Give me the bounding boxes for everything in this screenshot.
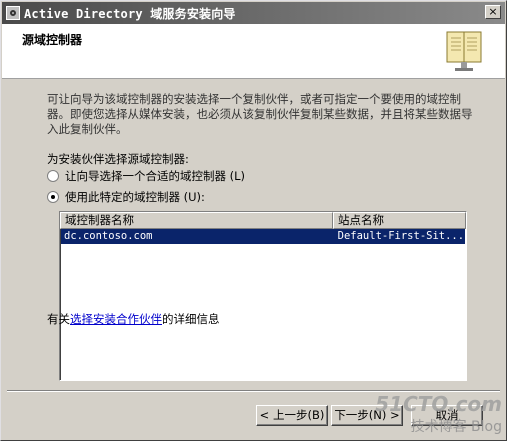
more-info-prefix: 有关 [47, 312, 70, 326]
cell-site-name: Default-First-Sit... [337, 230, 465, 242]
back-button[interactable]: < 上一步(B) [256, 405, 328, 426]
radio-specific-dc-label: 使用此特定的域控制器 (U): [65, 190, 205, 204]
window-title: Active Directory 域服务安装向导 [24, 6, 236, 21]
dc-list[interactable]: 域控制器名称 站点名称 dc.contoso.com Default-First… [59, 211, 467, 381]
watermark-main: 51CTO.com [375, 392, 502, 416]
table-row[interactable]: dc.contoso.com Default-First-Sit... [61, 229, 465, 244]
wizard-header: 源域控制器 [2, 24, 505, 79]
column-site-name[interactable]: 站点名称 [333, 212, 466, 229]
radio-auto-select[interactable]: 让向导选择一个合适的域控制器 (L) [47, 168, 245, 184]
more-info-text: 有关选择安装合作伙伴的详细信息 [47, 311, 220, 327]
radio-specific-dc[interactable]: 使用此特定的域控制器 (U): [47, 189, 205, 205]
column-dc-name[interactable]: 域控制器名称 [60, 212, 333, 229]
radio-auto-select-label: 让向导选择一个合适的域控制器 (L) [65, 169, 246, 183]
radio-auto-select-circle[interactable] [47, 170, 59, 182]
radio-specific-dc-circle[interactable] [47, 191, 59, 203]
app-icon [6, 6, 20, 20]
description-text: 可让向导为该域控制器的安装选择一个复制伙伴，或者可指定一个要使用的域控制器。即使… [47, 92, 473, 136]
more-info-link[interactable]: 选择安装合作伙伴 [70, 312, 162, 326]
cell-dc-name: dc.contoso.com [64, 230, 153, 242]
watermark-sub: 技术博客 Blog [410, 419, 502, 435]
list-header: 域控制器名称 站点名称 [60, 212, 466, 229]
more-info-suffix: 的详细信息 [162, 312, 220, 326]
wizard-window: Active Directory 域服务安装向导 × 源域控制器 可让向导为该域… [0, 0, 507, 441]
book-icon [446, 31, 482, 71]
page-title: 源域控制器 [22, 33, 83, 47]
watermark: 51CTO.com 技术博客 Blog [375, 392, 502, 436]
close-button[interactable]: × [485, 5, 501, 19]
title-bar[interactable]: Active Directory 域服务安装向导 × [2, 2, 505, 24]
select-label: 为安装伙伴选择源域控制器: [47, 152, 189, 166]
